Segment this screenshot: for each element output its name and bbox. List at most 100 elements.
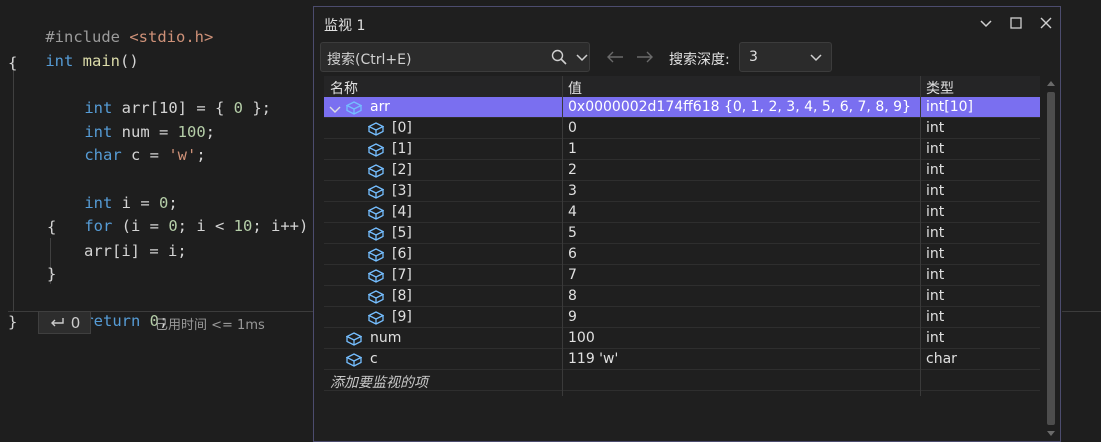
column-divider[interactable] [920, 76, 921, 396]
watch-name[interactable]: [3] [392, 183, 412, 199]
forward-arrow-icon[interactable] [636, 49, 654, 68]
variable-icon [367, 163, 385, 178]
watch-type: char [926, 351, 957, 367]
return-arrow-icon [50, 317, 64, 326]
expand-chevron-icon[interactable] [328, 101, 342, 113]
watch-value[interactable]: 9 [568, 309, 577, 325]
watch-row[interactable]: [8] 8 int [324, 286, 1040, 307]
watch-name[interactable]: [4] [392, 204, 412, 220]
watch-value[interactable]: 8 [568, 288, 577, 304]
watch-value[interactable]: 7 [568, 267, 577, 283]
watch-name[interactable]: c [370, 351, 378, 367]
watch-value[interactable]: 5 [568, 225, 577, 241]
column-header-name[interactable]: 名称 [330, 78, 358, 98]
column-divider[interactable] [562, 76, 563, 396]
watch-name[interactable]: [7] [392, 267, 412, 283]
scrollbar-thumb[interactable] [1047, 92, 1055, 425]
watch-value[interactable]: 0 [568, 120, 577, 136]
variable-icon [367, 142, 385, 157]
variable-icon [367, 226, 385, 241]
watch-name[interactable]: num [370, 330, 401, 346]
watch-name[interactable]: [9] [392, 309, 412, 325]
watch-name[interactable]: [2] [392, 162, 412, 178]
watch-row[interactable]: c 119 'w' char [324, 349, 1040, 370]
search-input[interactable]: 搜索(Ctrl+E) [320, 42, 590, 72]
watch-row[interactable]: [0] 0 int [324, 118, 1040, 139]
chevron-down-icon[interactable] [575, 49, 589, 65]
watch-row[interactable]: [7] 7 int [324, 265, 1040, 286]
code-line: int main() [45, 52, 139, 70]
variable-icon [367, 247, 385, 262]
watch-name[interactable]: [6] [392, 246, 412, 262]
column-header-value[interactable]: 值 [568, 78, 582, 98]
watch-row[interactable]: [6] 6 int [324, 244, 1040, 265]
watch-value[interactable]: 0x0000002d174ff618 {0, 1, 2, 3, 4, 5, 6,… [568, 99, 911, 115]
variable-icon [367, 289, 385, 304]
scroll-down-icon[interactable] [1046, 430, 1056, 438]
watch-name[interactable]: [0] [392, 120, 412, 136]
watch-value[interactable]: 100 [568, 330, 595, 346]
maximize-icon[interactable] [1006, 13, 1026, 33]
code-line: int i = 0; [84, 194, 178, 212]
search-depth-value: 3 [749, 49, 758, 65]
watch-row[interactable]: arr 0x0000002d174ff618 {0, 1, 2, 3, 4, 5,… [324, 97, 1040, 118]
variable-icon [367, 310, 385, 325]
watch-name[interactable]: [5] [392, 225, 412, 241]
watch-title: 监视 1 [324, 18, 366, 34]
watch-row[interactable]: [1] 1 int [324, 139, 1040, 160]
variable-icon [367, 184, 385, 199]
watch-row[interactable]: [5] 5 int [324, 223, 1040, 244]
watch-toolbar: 搜索(Ctrl+E) 搜索深度: 3 [314, 39, 1060, 75]
watch-type: int [926, 162, 945, 178]
watch-type: int [926, 288, 945, 304]
watch-row[interactable]: [2] 2 int [324, 160, 1040, 181]
watch-value[interactable]: 2 [568, 162, 577, 178]
watch-value[interactable]: 1 [568, 141, 577, 157]
add-watch-row[interactable]: 添加要监视的项 [324, 370, 1040, 391]
watch-row[interactable]: num 100 int [324, 328, 1040, 349]
variable-icon [345, 100, 363, 115]
add-watch-placeholder[interactable]: 添加要监视的项 [330, 372, 428, 392]
grid-header: 名称 值 类型 [324, 76, 1040, 98]
watch-row[interactable]: [4] 4 int [324, 202, 1040, 223]
code-line: #include <stdio.h> [45, 28, 214, 46]
code-line: { [8, 54, 18, 72]
code-line: return 0; [84, 312, 169, 330]
watch-type: int [926, 267, 945, 283]
watch-row[interactable]: [3] 3 int [324, 181, 1040, 202]
line-separator [1062, 311, 1101, 312]
perf-count: 0 [70, 313, 81, 332]
variable-icon [367, 121, 385, 136]
watch-value[interactable]: 6 [568, 246, 577, 262]
indent-guide [13, 58, 14, 311]
code-line: int arr[10] = { 0 }; [84, 99, 271, 117]
variable-icon [367, 268, 385, 283]
watch-name[interactable]: [8] [392, 288, 412, 304]
watch-name[interactable]: [1] [392, 141, 412, 157]
close-icon[interactable] [1036, 13, 1056, 33]
code-line: arr[i] = i; [84, 242, 187, 260]
back-arrow-icon[interactable] [606, 49, 624, 68]
scroll-up-icon[interactable] [1046, 79, 1056, 87]
watch-titlebar[interactable]: 监视 1 [314, 7, 1060, 39]
column-header-type[interactable]: 类型 [926, 78, 954, 98]
watch-type: int [926, 246, 945, 262]
code-line: } [47, 265, 57, 283]
watch-value[interactable]: 4 [568, 204, 577, 220]
vertical-scrollbar[interactable] [1044, 76, 1058, 441]
code-line: char c = 'w'; [84, 146, 206, 164]
chevron-down-icon[interactable] [976, 13, 996, 33]
watch-type: int [926, 225, 945, 241]
search-icon[interactable] [551, 49, 567, 65]
variable-icon [345, 331, 363, 346]
watch-name[interactable]: arr [370, 99, 390, 115]
watch-type: int [926, 183, 945, 199]
perf-tip-badge[interactable]: 0 [38, 311, 91, 334]
watch-row[interactable]: [9] 9 int [324, 307, 1040, 328]
watch-value[interactable]: 3 [568, 183, 577, 199]
watch-type: int[10] [926, 99, 973, 115]
watch-value[interactable]: 119 'w' [568, 351, 618, 367]
watch-window[interactable]: 监视 1 搜索(Ctrl+E) 搜索深度: 3 名称 值 类型 arr 0x00… [313, 6, 1061, 442]
search-depth-select[interactable]: 3 [739, 42, 832, 72]
watch-grid[interactable]: 名称 值 类型 arr 0x0000002d174ff618 {0, 1, 2, … [324, 76, 1040, 396]
